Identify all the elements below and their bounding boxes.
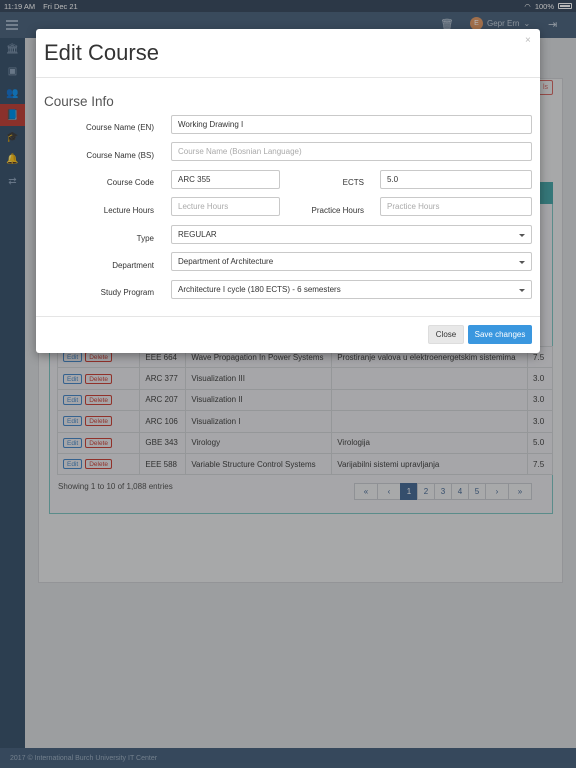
ects-input[interactable]: 5.0 [380, 170, 532, 189]
course-name-bs-label: Course Name (BS) [86, 151, 154, 160]
section-title: Course Info [44, 94, 114, 109]
study-program-label: Study Program [100, 288, 154, 297]
course-code-input[interactable]: ARC 355 [171, 170, 280, 189]
department-select[interactable]: Department of Architecture [171, 252, 532, 271]
course-name-en-label: Course Name (EN) [85, 123, 154, 132]
close-icon[interactable]: × [525, 35, 531, 46]
ects-label: ECTS [342, 178, 364, 187]
lecture-hours-label: Lecture Hours [103, 206, 154, 215]
practice-hours-input[interactable]: Practice Hours [380, 197, 532, 216]
type-select[interactable]: REGULAR [171, 225, 532, 244]
modal-footer-divider [36, 316, 540, 317]
modal-header-divider [36, 77, 540, 78]
practice-hours-label: Practice Hours [311, 206, 364, 215]
course-code-label: Course Code [106, 178, 154, 187]
course-name-en-input[interactable]: Working Drawing I [171, 115, 532, 134]
modal-title: Edit Course [44, 40, 159, 65]
lecture-hours-input[interactable]: Lecture Hours [171, 197, 280, 216]
edit-course-modal: Edit Course × Course Info Course Name (E… [36, 29, 540, 353]
department-label: Department [112, 261, 154, 270]
course-name-bs-input[interactable]: Course Name (Bosnian Language) [171, 142, 532, 161]
study-program-select[interactable]: Architecture I cycle (180 ECTS) - 6 seme… [171, 280, 532, 299]
close-button[interactable]: Close [428, 325, 464, 344]
save-changes-button[interactable]: Save changes [468, 325, 532, 344]
type-label: Type [136, 234, 154, 243]
